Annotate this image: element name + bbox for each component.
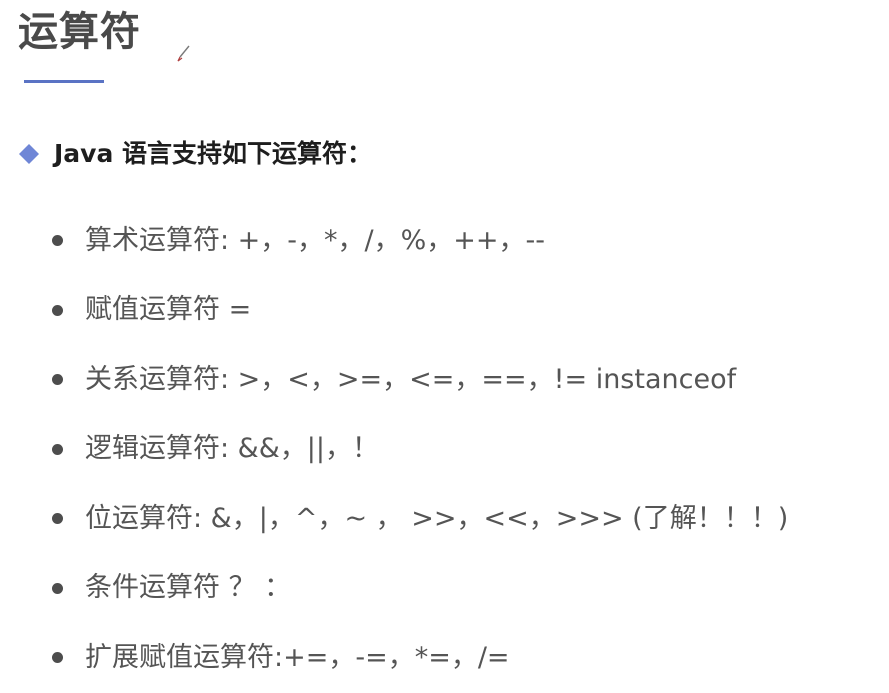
list-item-text: 扩展赋值运算符:+=，-=，*=，/= — [85, 641, 510, 673]
list-item: 逻辑运算符: &&，||，！ — [52, 415, 788, 485]
list-item-text: 算术运算符: +，-，*，/，%，++，-- — [85, 224, 546, 256]
title-underline — [24, 80, 104, 83]
list-item: 扩展赋值运算符:+=，-=，*=，/= — [52, 623, 788, 693]
list-item: 关系运算符: >，<，>=，<=，==，!= instanceof — [52, 345, 788, 415]
pen-cursor-icon — [177, 45, 190, 62]
list-item: 位运算符: &，|，^，~ ， >>，<<，>>> (了解！！！) — [52, 484, 788, 554]
bullet-dot-icon — [52, 374, 63, 386]
list-item-text: 条件运算符 ？ ： — [85, 572, 292, 604]
slide: 运算符 Java 语言支持如下运算符： 算术运算符: +，-，*，/，%，++，… — [0, 0, 889, 692]
bullet-dot-icon — [52, 582, 63, 594]
section-heading: Java 语言支持如下运算符： — [54, 139, 373, 168]
bullet-dot-icon — [52, 513, 63, 525]
operator-list: 算术运算符: +，-，*，/，%，++，-- 赋值运算符 = 关系运算符: >，… — [52, 206, 788, 693]
bullet-dot-icon — [52, 304, 63, 316]
bullet-dot-icon — [52, 235, 63, 247]
section-header: Java 语言支持如下运算符： — [18, 136, 372, 172]
list-item: 赋值运算符 = — [52, 276, 788, 346]
bullet-dot-icon — [52, 443, 63, 455]
list-item-text: 位运算符: &，|，^，~ ， >>，<<，>>> (了解！！！) — [85, 502, 789, 534]
diamond-bullet-icon — [19, 144, 39, 164]
list-item-text: 逻辑运算符: &&，||，！ — [85, 433, 379, 465]
slide-title: 运算符 — [18, 9, 141, 55]
list-item: 算术运算符: +，-，*，/，%，++，-- — [52, 206, 788, 276]
list-item-text: 赋值运算符 = — [85, 294, 252, 326]
list-item: 条件运算符 ？ ： — [52, 554, 788, 624]
bullet-dot-icon — [52, 652, 63, 664]
list-item-text: 关系运算符: >，<，>=，<=，==，!= instanceof — [85, 363, 737, 395]
